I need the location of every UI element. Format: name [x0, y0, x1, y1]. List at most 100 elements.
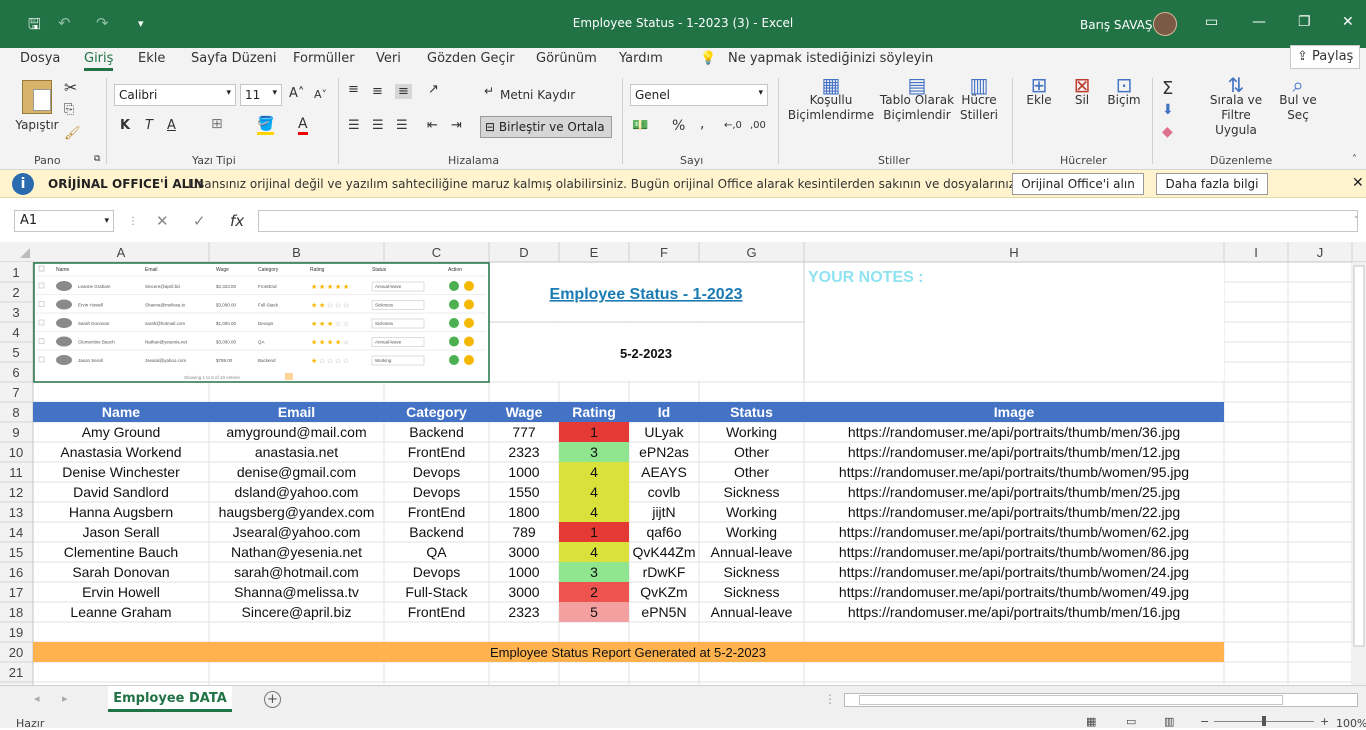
cell-rating[interactable]: 3 [590, 564, 598, 580]
cell-wage[interactable]: 789 [512, 524, 536, 540]
cell-category[interactable]: FrontEnd [408, 604, 466, 620]
row-header-18[interactable]: 18 [9, 605, 23, 620]
decrease-font-icon[interactable]: A˅ [314, 88, 327, 101]
cell-category[interactable]: FrontEnd [408, 444, 466, 460]
column-header-g[interactable]: G [746, 245, 756, 260]
cell-status[interactable]: Sickness [723, 484, 779, 500]
cell-image[interactable]: https://randomuser.me/api/portraits/thum… [848, 444, 1180, 460]
cell-rating[interactable]: 2 [590, 584, 598, 600]
cell-name[interactable]: Ervin Howell [82, 584, 160, 600]
cell-id[interactable]: QvK44Zm [632, 544, 695, 560]
cell-rating[interactable]: 5 [590, 604, 598, 620]
cell-category[interactable]: Backend [409, 524, 463, 540]
font-color-icon[interactable]: A [298, 116, 308, 135]
name-box[interactable]: A1 ▾ [14, 210, 114, 232]
cell-wage[interactable]: 2323 [508, 604, 539, 620]
copy-icon[interactable]: ⎘ [64, 102, 74, 117]
cell-styles-button[interactable]: ▥ Hücre Stilleri [956, 75, 1002, 123]
add-sheet-icon[interactable]: + [264, 691, 281, 708]
cell-wage[interactable]: 3000 [508, 584, 539, 600]
expand-formula-icon[interactable]: ˅ [1354, 216, 1359, 226]
row-header-2[interactable]: 2 [12, 285, 19, 300]
cell-status[interactable]: Working [726, 504, 777, 520]
insert-cells-button[interactable]: ⊞ Ekle [1018, 75, 1060, 108]
fill-color-icon[interactable]: 🪣 [257, 116, 275, 135]
align-top-icon[interactable]: ≡ [348, 82, 359, 97]
more-info-button[interactable]: Daha fazla bilgi [1156, 173, 1268, 195]
menu-page-layout[interactable]: Sayfa Düzeni [191, 51, 277, 66]
cell-rating[interactable]: 1 [590, 524, 598, 540]
cell-wage[interactable]: 1000 [508, 564, 539, 580]
avatar[interactable] [1153, 12, 1177, 36]
column-header-d[interactable]: D [519, 245, 528, 260]
borders-icon[interactable]: ⊞ [211, 116, 223, 132]
row-header-10[interactable]: 10 [9, 445, 23, 460]
cancel-icon[interactable]: ✕ [156, 212, 169, 230]
menu-data[interactable]: Veri [376, 51, 401, 66]
sheet-title[interactable]: Employee Status - 1-2023 [550, 286, 743, 303]
cell-wage[interactable]: 3000 [508, 544, 539, 560]
sheet-tab-employee-data[interactable]: Employee DATA [108, 686, 232, 712]
clear-icon[interactable]: ◆ [1162, 124, 1173, 140]
column-header-b[interactable]: B [292, 245, 301, 260]
cell-id[interactable]: rDwKF [643, 564, 686, 580]
underline-icon[interactable]: A [167, 118, 176, 133]
accounting-format-icon[interactable]: 💵 [632, 118, 648, 133]
bold-icon[interactable]: K [120, 118, 130, 133]
row-header-13[interactable]: 13 [9, 505, 23, 520]
menu-formulas[interactable]: Formüller [293, 51, 355, 66]
cell-email[interactable]: Shanna@melissa.tv [234, 584, 359, 600]
menu-home[interactable]: Giriş [84, 51, 114, 71]
ribbon-display-icon[interactable]: ▭ [1205, 14, 1218, 30]
page-layout-icon[interactable]: ▭ [1126, 715, 1136, 728]
vertical-scroll-thumb[interactable] [1353, 265, 1365, 647]
dialog-launcher-icon[interactable]: ⧉ [94, 154, 100, 164]
row-header-14[interactable]: 14 [9, 525, 23, 540]
column-header-c[interactable]: C [432, 245, 441, 260]
cell-email[interactable]: haugsberg@yandex.com [219, 504, 375, 520]
number-format-select[interactable]: Genel ▾ [630, 84, 768, 106]
row-header-11[interactable]: 11 [9, 465, 23, 480]
wrap-text-button[interactable]: Metni Kaydır [500, 88, 575, 103]
cell-image[interactable]: https://randomuser.me/api/portraits/thum… [848, 484, 1180, 500]
column-header-i[interactable]: I [1254, 245, 1258, 260]
increase-decimal-icon[interactable]: ←,0 [724, 120, 742, 131]
menu-review[interactable]: Gözden Geçir [427, 51, 515, 66]
cell-name[interactable]: David Sandlord [73, 484, 169, 500]
page-break-icon[interactable]: ▥ [1164, 715, 1174, 728]
menu-help[interactable]: Yardım [619, 51, 663, 66]
menu-insert[interactable]: Ekle [138, 51, 165, 66]
close-icon[interactable]: ✕ [1342, 14, 1354, 30]
align-center-icon[interactable]: ☰ [372, 118, 384, 133]
zoom-slider[interactable] [1214, 716, 1314, 726]
scroll-right-icon[interactable]: ▸ [62, 692, 68, 705]
cell-email[interactable]: Jsearal@yahoo.com [233, 524, 361, 540]
menu-file[interactable]: Dosya [20, 51, 60, 66]
collapse-ribbon-icon[interactable]: ˄ [1352, 154, 1357, 165]
cell-wage[interactable]: 777 [512, 424, 536, 440]
cell-image[interactable]: https://randomuser.me/api/portraits/thum… [839, 464, 1189, 480]
row-header-1[interactable]: 1 [12, 265, 19, 280]
horizontal-scrollbar[interactable] [844, 693, 1358, 707]
cell-status[interactable]: Annual-leave [711, 544, 793, 560]
column-header-h[interactable]: H [1009, 245, 1018, 260]
align-left-icon[interactable]: ☰ [348, 118, 360, 133]
cell-id[interactable]: QvKZm [640, 584, 687, 600]
cell-name[interactable]: Amy Ground [82, 424, 161, 440]
user-name[interactable]: Barış SAVAŞ [1080, 18, 1152, 32]
close-icon[interactable]: ✕ [1352, 175, 1364, 191]
align-bottom-icon[interactable]: ≡ [395, 84, 412, 99]
cell-name[interactable]: Denise Winchester [62, 464, 180, 480]
font-size-select[interactable]: 11 ▾ [240, 84, 282, 106]
cell-image[interactable]: https://randomuser.me/api/portraits/thum… [839, 584, 1189, 600]
row-header-4[interactable]: 4 [12, 325, 19, 340]
row-header-9[interactable]: 9 [12, 425, 19, 440]
cell-status[interactable]: Working [726, 424, 777, 440]
row-header-5[interactable]: 5 [12, 345, 19, 360]
format-cells-button[interactable]: ⊡ Biçim [1104, 75, 1144, 108]
cell-id[interactable]: covlb [648, 484, 681, 500]
cell-rating[interactable]: 4 [590, 484, 598, 500]
maximize-icon[interactable]: ❐ [1298, 14, 1311, 30]
paste-button[interactable]: Yapıştır [14, 80, 60, 133]
cell-email[interactable]: dsland@yahoo.com [235, 484, 359, 500]
